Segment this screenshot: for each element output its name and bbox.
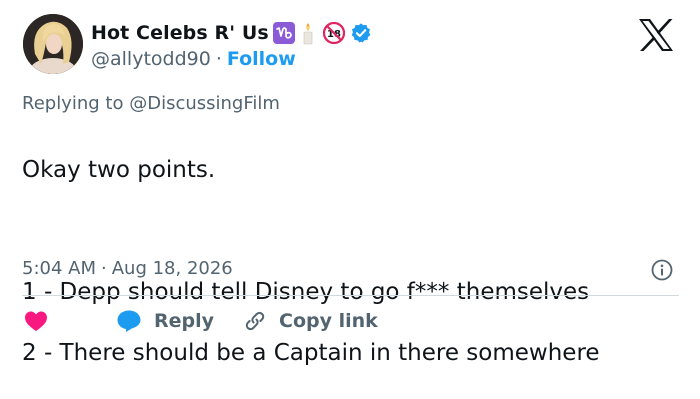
tweet-line: Okay two points.	[22, 156, 216, 183]
action-bar: Reply Copy link	[24, 307, 378, 335]
reply-bubble-icon	[117, 310, 141, 332]
tweet-line: 2 - There should be a Captain in there s…	[22, 339, 600, 366]
author-handle[interactable]: @allytodd90	[91, 48, 211, 70]
author-name[interactable]: Hot Celebs R' Us	[91, 22, 269, 44]
copy-link-label: Copy link	[279, 310, 378, 332]
tweet-date: Aug 18, 2026	[111, 258, 233, 279]
like-button[interactable]	[24, 310, 48, 332]
heart-icon	[25, 311, 47, 331]
timestamp[interactable]: 5:04 AM · Aug 18, 2026	[22, 258, 233, 279]
replying-to: Replying to @DiscussingFilm	[22, 93, 280, 114]
copy-link-button[interactable]: Copy link	[244, 310, 378, 332]
author-row: Hot Celebs R' Us 18	[91, 21, 372, 45]
handle-row: @allytodd90 · Follow	[91, 48, 296, 70]
divider	[22, 295, 679, 296]
reply-button[interactable]: Reply	[116, 309, 214, 333]
no-under-18-icon: 18	[322, 22, 345, 44]
x-logo-icon[interactable]	[637, 18, 675, 52]
tweet-line: 1 - Depp should tell Disney to go f*** t…	[22, 278, 590, 305]
info-icon[interactable]	[651, 259, 673, 281]
capricorn-icon	[272, 22, 295, 44]
reply-label: Reply	[154, 310, 215, 332]
replying-mention[interactable]: @DiscussingFilm	[129, 93, 280, 114]
timestamp-separator: ·	[101, 258, 107, 279]
candle-icon	[299, 21, 317, 45]
verified-badge-icon	[350, 22, 372, 44]
follow-button[interactable]: Follow	[227, 48, 296, 70]
handle-separator: ·	[215, 48, 222, 70]
tweet-time: 5:04 AM	[22, 258, 96, 279]
avatar[interactable]	[23, 14, 83, 74]
replying-prefix: Replying to	[22, 93, 124, 114]
link-icon	[245, 311, 265, 331]
